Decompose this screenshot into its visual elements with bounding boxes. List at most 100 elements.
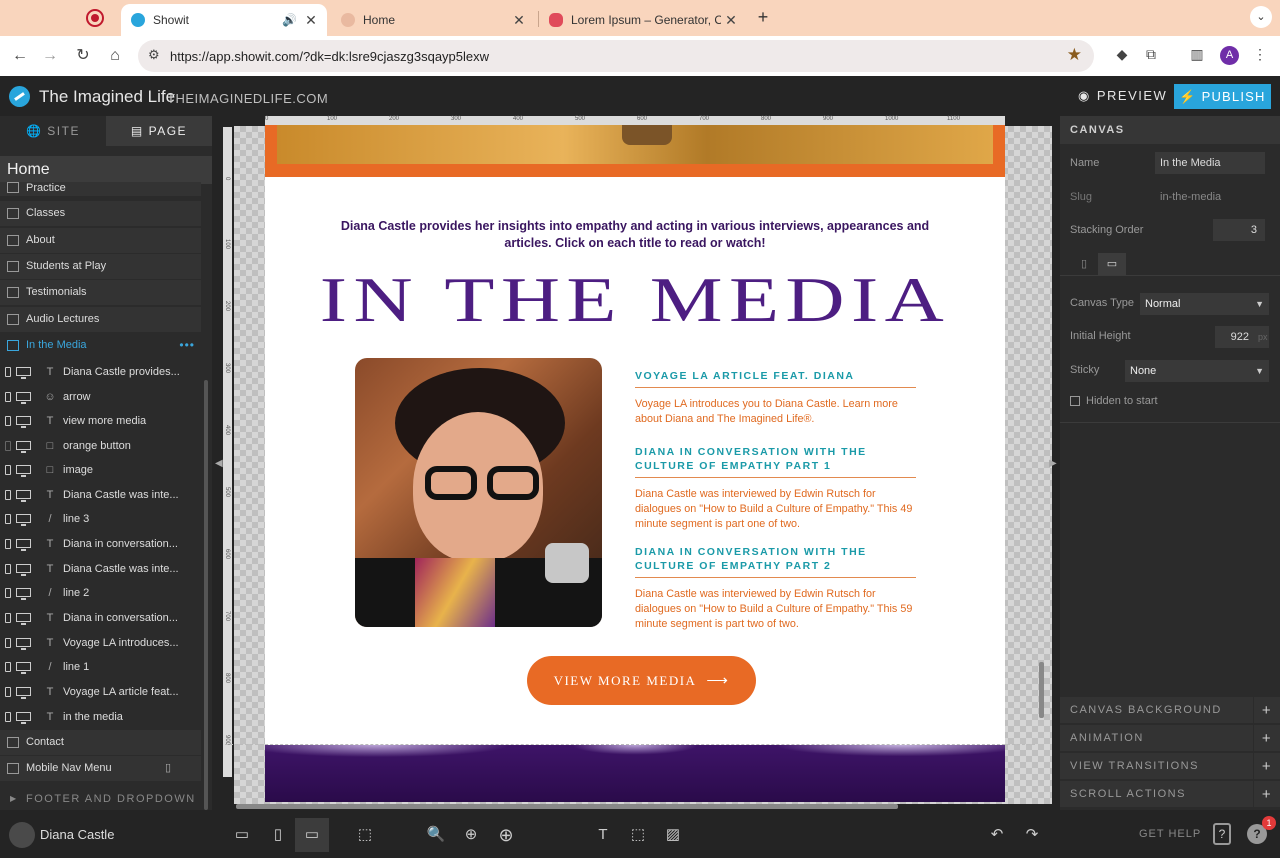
- current-page-title[interactable]: Home: [0, 156, 212, 184]
- phone-icon[interactable]: [5, 613, 11, 623]
- phone-icon[interactable]: [5, 367, 11, 377]
- article-2[interactable]: DIANA IN CONVERSATION WITH THE CULTURE O…: [635, 445, 916, 532]
- tab-page[interactable]: ▤ PAGE: [106, 116, 212, 146]
- reload-icon[interactable]: ↻: [71, 44, 95, 68]
- phone-icon[interactable]: [5, 638, 11, 648]
- zoom-in-icon[interactable]: ⊕: [493, 822, 519, 848]
- desktop-icon[interactable]: [16, 490, 31, 502]
- page-item-audio-lectures[interactable]: Audio Lectures: [0, 307, 201, 332]
- user-avatar[interactable]: [9, 822, 35, 848]
- page-item-testimonials[interactable]: Testimonials: [0, 280, 201, 305]
- zoom-fit-icon[interactable]: ⊕: [458, 822, 484, 848]
- article-3[interactable]: DIANA IN CONVERSATION WITH THE CULTURE O…: [635, 545, 916, 632]
- page-item-in-the-media[interactable]: In the Media •••: [0, 333, 201, 358]
- mobile-view-tab[interactable]: ▯: [1070, 253, 1098, 275]
- canvas-type-select[interactable]: Normal ▼: [1140, 293, 1269, 315]
- phone-icon[interactable]: [5, 441, 11, 451]
- page-item-classes[interactable]: Classes: [0, 201, 201, 226]
- page-item-students[interactable]: Students at Play: [0, 254, 201, 279]
- layer-item[interactable]: T Diana Castle provides...: [0, 360, 201, 384]
- line-3[interactable]: [635, 577, 916, 578]
- zoom-out-icon[interactable]: 🔍: [423, 822, 449, 848]
- close-tab-icon[interactable]: ✕: [301, 12, 321, 29]
- desktop-icon[interactable]: [16, 588, 31, 600]
- desktop-icon[interactable]: [16, 712, 31, 724]
- bookmark-star-icon[interactable]: ★: [1067, 45, 1082, 65]
- showit-logo-icon[interactable]: [9, 86, 30, 107]
- phone-icon[interactable]: [5, 392, 11, 402]
- layer-item[interactable]: T Voyage LA introduces...: [0, 631, 201, 655]
- publish-button[interactable]: ⚡ PUBLISH: [1174, 84, 1271, 109]
- phone-icon[interactable]: [5, 687, 11, 697]
- redo-icon[interactable]: ↷: [1019, 822, 1045, 848]
- collapse-left-panel-icon[interactable]: ◀: [215, 458, 223, 469]
- desktop-view-tab[interactable]: ▭: [1098, 253, 1126, 275]
- profile-avatar[interactable]: A: [1220, 46, 1239, 65]
- phone-icon[interactable]: [5, 465, 11, 475]
- get-help-link[interactable]: GET HELP: [1139, 828, 1201, 840]
- layer-item[interactable]: Tview more media: [0, 409, 201, 433]
- page-canvas[interactable]: Diana Castle provides her insights into …: [265, 125, 1005, 802]
- tab-home[interactable]: Home ✕: [331, 4, 535, 36]
- desktop-icon[interactable]: [16, 638, 31, 650]
- grid-select-icon[interactable]: ⬚: [352, 822, 378, 848]
- preview-button[interactable]: ◉ PREVIEW: [1078, 88, 1167, 104]
- close-tab-icon[interactable]: ✕: [721, 12, 741, 29]
- desktop-icon[interactable]: [16, 514, 31, 526]
- help-docs-icon[interactable]: ?: [1213, 823, 1231, 845]
- layer-item[interactable]: T Diana Castle was inte...: [0, 557, 201, 581]
- page-item-contact[interactable]: Contact: [0, 730, 201, 755]
- article-body[interactable]: Diana Castle was interviewed by Edwin Ru…: [635, 487, 916, 532]
- desktop-icon[interactable]: [16, 539, 31, 551]
- article-1[interactable]: VOYAGE LA ARTICLE FEAT. DIANA Voyage LA …: [635, 369, 916, 427]
- new-tab-icon[interactable]: +: [753, 7, 773, 28]
- page-item-mobile-nav[interactable]: Mobile Nav Menu ▯: [0, 756, 201, 781]
- expand-plus-icon[interactable]: +: [1253, 725, 1280, 752]
- desktop-icon[interactable]: [16, 564, 31, 576]
- desktop-icon[interactable]: [16, 392, 31, 404]
- section-scroll-actions[interactable]: SCROLL ACTIONS +: [1060, 780, 1280, 808]
- article-title[interactable]: VOYAGE LA ARTICLE FEAT. DIANA: [635, 369, 916, 383]
- article-body[interactable]: Diana Castle was interviewed by Edwin Ru…: [635, 587, 916, 632]
- site-settings-icon[interactable]: ⚙: [148, 47, 160, 63]
- tab-search-chevron-icon[interactable]: ⌄: [1250, 6, 1272, 28]
- layer-item[interactable]: T Diana in conversation...: [0, 606, 201, 630]
- phone-icon[interactable]: [5, 564, 11, 574]
- url-field[interactable]: ⚙ https://app.showit.com/?dk=dk:lsre9cja…: [138, 40, 1094, 72]
- left-panel-scrollbar[interactable]: [204, 380, 208, 810]
- bottom-banner[interactable]: [265, 745, 1005, 802]
- phone-icon[interactable]: [5, 588, 11, 598]
- layer-item[interactable]: T Diana in conversation...: [0, 532, 201, 556]
- sticky-select[interactable]: None ▼: [1125, 360, 1269, 382]
- extension-icon[interactable]: ◆: [1112, 46, 1132, 66]
- menu-dots-icon[interactable]: ⋮: [1250, 46, 1270, 66]
- layer-item[interactable]: / line 1: [0, 655, 201, 679]
- phone-icon[interactable]: [5, 662, 11, 672]
- add-shape-icon[interactable]: ⬚: [625, 822, 651, 848]
- desktop-view-icon[interactable]: ▭: [295, 818, 329, 852]
- line-1[interactable]: [635, 387, 916, 388]
- canvas-vertical-scrollbar[interactable]: [1039, 662, 1044, 718]
- banner-image[interactable]: [277, 125, 993, 164]
- portrait-image[interactable]: [355, 358, 602, 627]
- phone-icon[interactable]: [5, 539, 11, 549]
- desktop-icon[interactable]: [16, 441, 31, 453]
- layer-item[interactable]: / line 3: [0, 507, 201, 531]
- add-text-icon[interactable]: T: [590, 822, 616, 848]
- record-icon[interactable]: [86, 9, 104, 27]
- section-animation[interactable]: ANIMATION +: [1060, 724, 1280, 752]
- article-body[interactable]: Voyage LA introduces you to Diana Castle…: [635, 397, 916, 427]
- layer-item[interactable]: Tin the media: [0, 705, 201, 729]
- name-field[interactable]: In the Media: [1155, 152, 1265, 174]
- tab-lorem[interactable]: Lorem Ipsum – Generator, Or ✕: [539, 4, 747, 36]
- in-the-media-headline[interactable]: IN THE MEDIA: [265, 263, 1005, 337]
- expand-plus-icon[interactable]: +: [1253, 697, 1280, 724]
- phone-icon[interactable]: [5, 514, 11, 524]
- layer-item[interactable]: T Diana Castle was inte...: [0, 483, 201, 507]
- stacking-order-field[interactable]: 3: [1213, 219, 1265, 241]
- phone-icon[interactable]: [5, 490, 11, 500]
- tab-showit[interactable]: Showit 🔊 ✕: [121, 4, 327, 36]
- extensions-puzzle-icon[interactable]: ⧉: [1141, 46, 1161, 66]
- top-banner[interactable]: [265, 125, 1005, 177]
- add-image-icon[interactable]: ▨: [660, 822, 686, 848]
